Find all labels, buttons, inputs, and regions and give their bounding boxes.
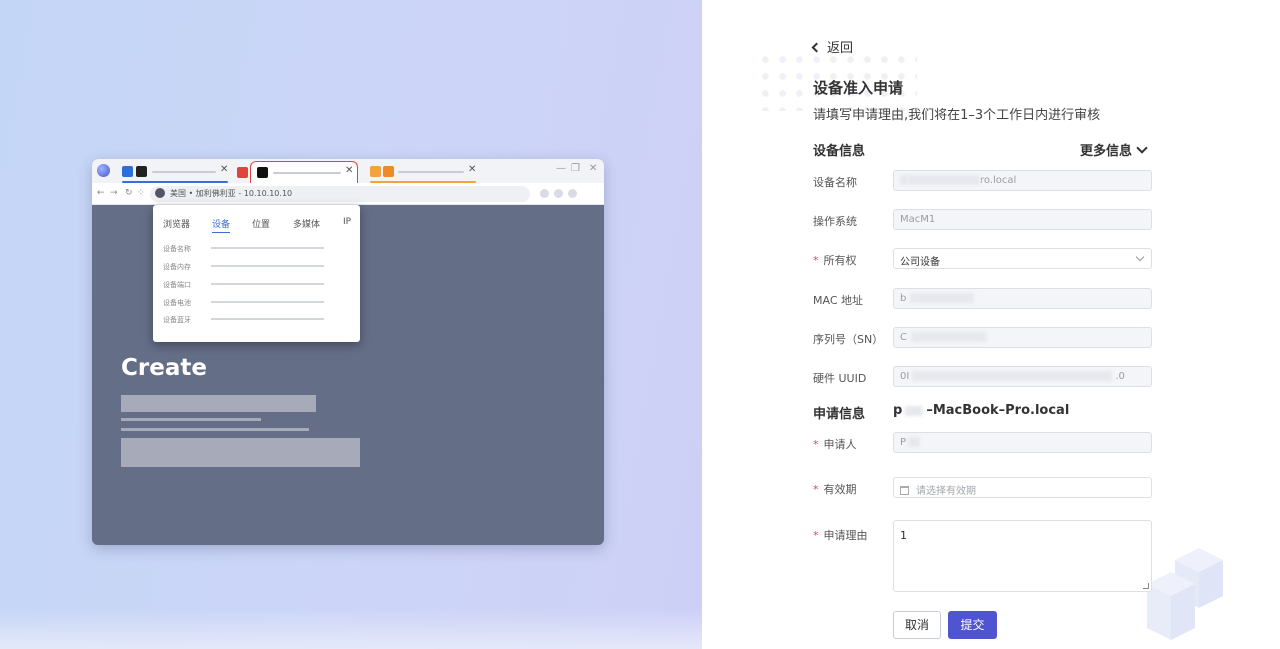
popup-tab-ip: IP — [343, 217, 352, 227]
uuid-label: 硬件 UUID — [813, 372, 867, 385]
calendar-icon — [900, 486, 909, 495]
browser-address-bar: ← → ↻ ⁘ 美国 • 加利佛利亚 - 10.10.10.10 — [92, 183, 604, 205]
promo-panel: ✕ ✕ ✕ — ❐ ✕ ← → ↻ ⁘ 美国 • 加利佛利亚 - 10.10.1… — [0, 0, 702, 649]
amazon-favicon-icon — [136, 166, 147, 177]
applicant-field: P — [893, 432, 1152, 453]
tab-close-icon: ✕ — [345, 165, 354, 176]
placeholder-bar — [121, 438, 360, 467]
back-arrow-icon: ← — [97, 188, 105, 198]
popup-row-label: 设备端口 — [163, 281, 191, 289]
page-subtitle: 请填写申请理由,我们将在1–3个工作日内进行审核 — [813, 108, 1101, 123]
chevron-left-icon — [811, 42, 822, 53]
os-field: MacM1 — [893, 209, 1152, 230]
validity-date-picker[interactable]: 请选择有效期 — [893, 477, 1152, 498]
device-hostname: p –MacBook–Pro.local — [893, 403, 1070, 418]
tab-favicon-icon — [383, 166, 394, 177]
popup-row-label: 设备内存 — [163, 263, 191, 271]
device-name-field: ro.local — [893, 170, 1152, 191]
submit-button[interactable]: 提交 — [948, 611, 997, 639]
globe-icon — [155, 188, 165, 198]
browser-tab-2: ✕ — [237, 161, 358, 183]
chevron-down-icon — [1135, 252, 1145, 262]
tab-close-icon: ✕ — [468, 164, 477, 175]
ownership-label: * 所有权 — [813, 254, 857, 267]
browser-tab-3: ✕ — [370, 161, 478, 183]
forward-arrow-icon: → — [110, 188, 118, 198]
tab-favicon-icon — [370, 166, 381, 177]
browser-tab-1: ✕ — [122, 161, 230, 183]
browser-logo-icon — [97, 164, 110, 177]
restore-icon: ❐ — [571, 163, 580, 174]
popup-row-label: 设备蓝牙 — [163, 316, 191, 324]
browser-tab-bar: ✕ ✕ ✕ — ❐ ✕ — [92, 159, 604, 183]
tab-close-icon: ✕ — [220, 164, 229, 175]
popup-row-label: 设备电池 — [163, 299, 191, 307]
mac-label: MAC 地址 — [813, 294, 863, 307]
popup-tab-device: 设备 — [212, 217, 231, 233]
popup-tab-location: 位置 — [252, 220, 271, 230]
popup-tab-media: 多媒体 — [293, 220, 321, 230]
decorative-cubes-icon — [1147, 548, 1223, 640]
serial-field: C — [893, 327, 1152, 348]
popup-tab-browser: 浏览器 — [163, 220, 191, 230]
device-info-popup: 浏览器 设备 位置 多媒体 IP 设备名称 设备内存 设备端口 设备电池 设备蓝… — [153, 205, 360, 342]
page-title: 设备准入申请 — [813, 79, 904, 97]
tab-favicon-icon — [237, 167, 248, 178]
more-info-label: 更多信息 — [1080, 144, 1133, 159]
validity-label: * 有效期 — [813, 483, 857, 496]
create-heading: Create — [121, 355, 207, 381]
os-label: 操作系统 — [813, 215, 857, 228]
close-window-icon: ✕ — [589, 163, 598, 174]
validity-placeholder: 请选择有效期 — [916, 486, 976, 497]
placeholder-bar — [121, 418, 261, 421]
tab-favicon-icon — [122, 166, 133, 177]
placeholder-bar — [121, 428, 309, 431]
chevron-down-icon — [1136, 142, 1148, 154]
ownership-value: 公司设备 — [900, 257, 940, 268]
uuid-field: 0I .0 — [893, 366, 1152, 387]
device-name-label: 设备名称 — [813, 176, 857, 189]
device-section-title: 设备信息 — [813, 144, 866, 159]
tiktok-favicon-icon — [257, 167, 268, 178]
mac-field: b — [893, 288, 1152, 309]
serial-label: 序列号（SN） — [813, 333, 884, 346]
reason-textarea[interactable]: 1 — [893, 520, 1152, 592]
more-info-toggle[interactable]: 更多信息 — [1080, 140, 1148, 159]
reason-value: 1 — [900, 529, 907, 542]
popup-row-label: 设备名称 — [163, 245, 191, 253]
apps-grid-icon: ⁘ — [137, 188, 145, 198]
reload-icon: ↻ — [125, 188, 133, 198]
apply-section-title: 申请信息 — [813, 407, 866, 422]
cancel-button[interactable]: 取消 — [893, 611, 941, 639]
placeholder-bar — [121, 395, 316, 412]
minimize-icon: — — [556, 163, 566, 174]
reason-label: * 申请理由 — [813, 529, 868, 542]
resize-handle-icon[interactable] — [1143, 583, 1149, 589]
back-link[interactable]: 返回 — [811, 37, 854, 56]
ownership-select[interactable]: 公司设备 — [893, 248, 1152, 269]
back-label: 返回 — [827, 41, 854, 56]
address-text: 美国 • 加利佛利亚 - 10.10.10.10 — [170, 189, 293, 198]
applicant-label: * 申请人 — [813, 438, 857, 451]
